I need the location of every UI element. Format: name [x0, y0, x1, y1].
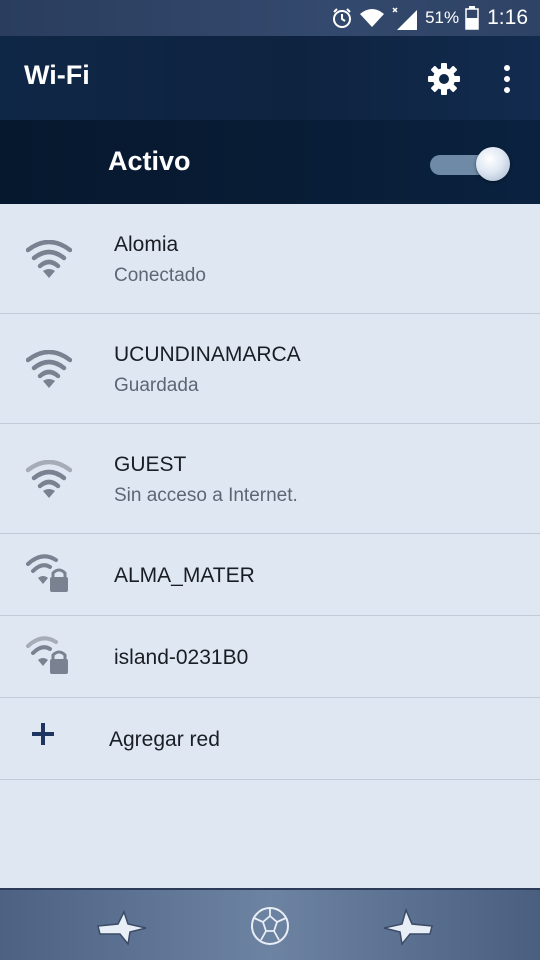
network-item-guest[interactable]: GUEST Sin acceso a Internet. — [0, 424, 540, 534]
master-switch-label: Activo — [108, 146, 191, 176]
clock-time: 1:16 — [487, 6, 528, 29]
wifi-lock-icon — [26, 636, 72, 676]
network-name: UCUNDINAMARCA — [114, 343, 301, 366]
network-status: Guardada — [114, 375, 199, 396]
wifi-toggle[interactable] — [428, 146, 510, 184]
network-item-island[interactable]: island-0231B0 — [0, 616, 540, 698]
wifi-signal-icon — [25, 349, 73, 390]
more-vert-icon[interactable] — [495, 62, 519, 96]
alarm-icon — [331, 7, 353, 29]
star-left-icon[interactable] — [94, 904, 148, 948]
network-status: Sin acceso a Internet. — [114, 485, 298, 506]
status-bar: 51% 1:16 — [0, 0, 540, 36]
network-name: ALMA_MATER — [114, 564, 255, 587]
wifi-lock-icon — [26, 554, 72, 594]
plus-icon — [30, 720, 60, 752]
wifi-signal-icon — [25, 239, 73, 280]
add-network-button[interactable]: Agregar red — [0, 698, 540, 780]
toggle-knob — [476, 147, 510, 181]
network-item-alomia[interactable]: Alomia Conectado — [0, 204, 540, 314]
star-right-icon[interactable] — [382, 904, 436, 948]
network-item-ucundinamarca[interactable]: UCUNDINAMARCA Guardada — [0, 314, 540, 424]
network-item-alma-mater[interactable]: ALMA_MATER — [0, 534, 540, 616]
app-bar: Wi-Fi — [0, 36, 540, 120]
battery-percent: 51% — [425, 8, 460, 27]
page-title: Wi-Fi — [24, 60, 90, 90]
battery-icon — [465, 6, 479, 30]
add-network-label: Agregar red — [109, 728, 220, 751]
network-name: island-0231B0 — [114, 646, 249, 669]
gear-icon[interactable] — [425, 60, 463, 98]
wifi-signal-icon — [25, 459, 73, 500]
network-status: Conectado — [114, 265, 206, 286]
network-name: Alomia — [114, 233, 179, 256]
network-list: Alomia Conectado UCUNDINAMARCA Guardada … — [0, 204, 540, 780]
network-name: GUEST — [114, 453, 187, 476]
football-icon[interactable] — [243, 904, 297, 948]
signal-icon — [391, 6, 419, 30]
wifi-icon — [359, 7, 385, 29]
bottom-navigation — [0, 888, 540, 960]
